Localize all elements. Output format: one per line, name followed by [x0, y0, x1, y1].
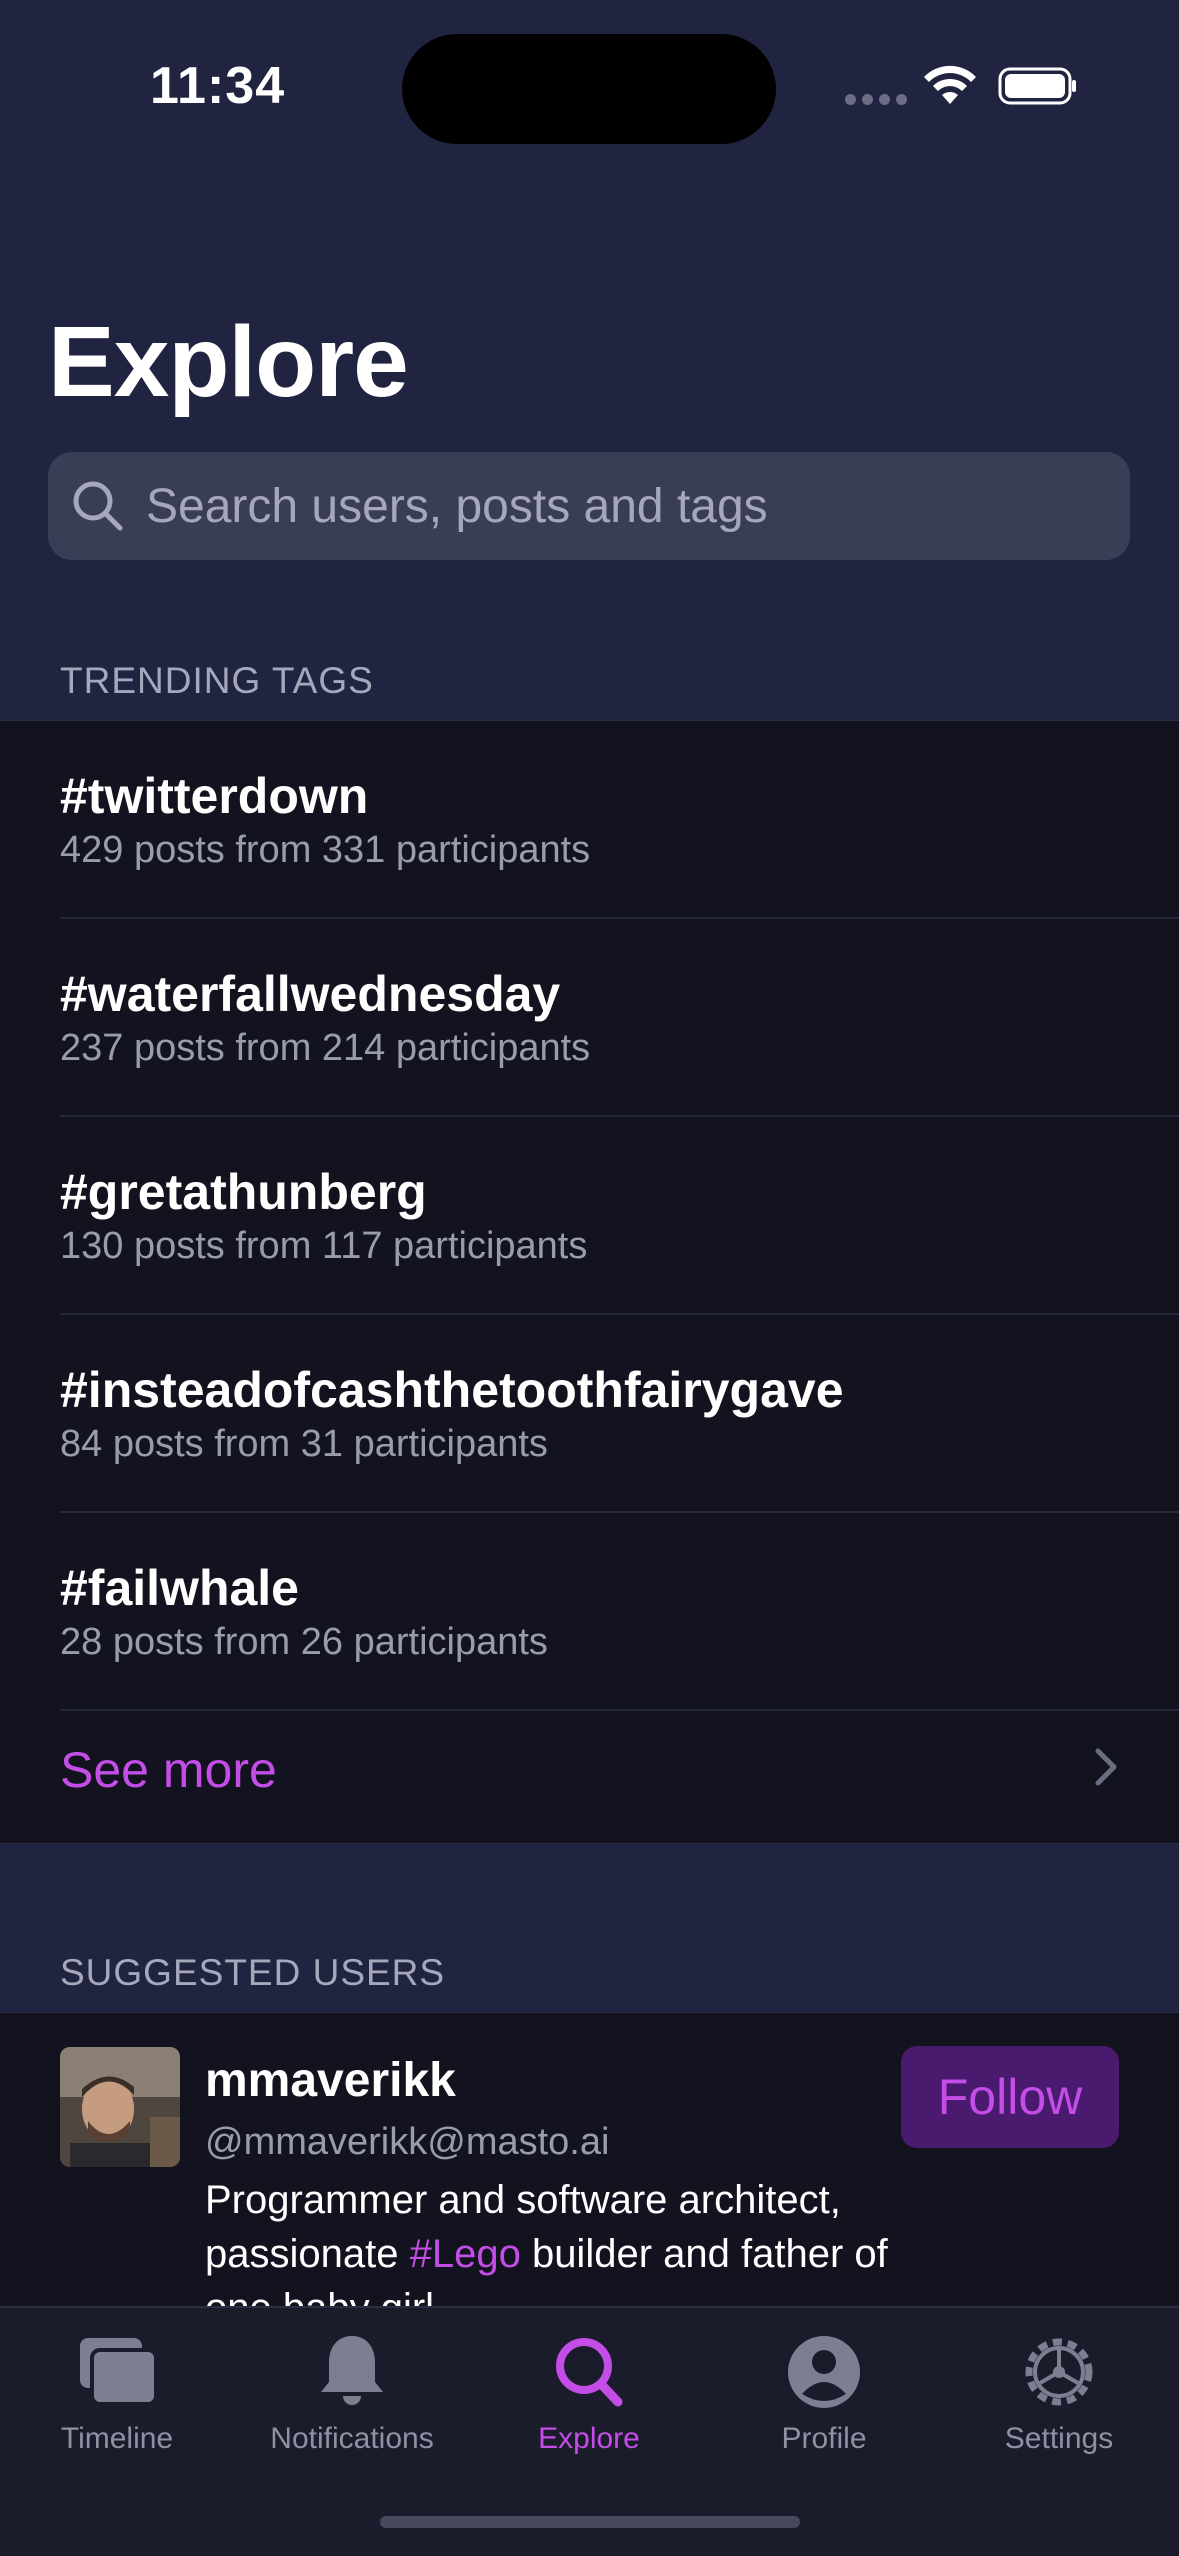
trending-tag-row[interactable]: #insteadofcashthetoothfairygave 84 posts…	[60, 1315, 1179, 1513]
search-icon	[556, 2338, 623, 2407]
trending-tags-list: #twitterdown 429 posts from 331 particip…	[0, 720, 1179, 1844]
chevron-right-icon	[1095, 1748, 1117, 1786]
dynamic-island	[402, 34, 776, 144]
home-indicator[interactable]	[380, 2516, 800, 2528]
tab-notifications[interactable]: Notifications	[242, 2332, 462, 2482]
see-more-label: See more	[60, 1742, 277, 1798]
trending-tag-row[interactable]: #twitterdown 429 posts from 331 particip…	[60, 721, 1179, 919]
tag-stats: 84 posts from 31 participants	[60, 1423, 548, 1465]
trending-tag-row[interactable]: #failwhale 28 posts from 26 participants	[60, 1513, 1179, 1711]
tag-name: #gretathunberg	[60, 1164, 427, 1220]
search-input[interactable]	[146, 478, 1106, 534]
follow-button[interactable]: Follow	[901, 2046, 1119, 2148]
bio-hashtag-link[interactable]: #Lego	[410, 2232, 521, 2276]
cellular-signal-icon	[845, 94, 907, 105]
person-circle-icon	[788, 2336, 860, 2408]
tag-name: #waterfallwednesday	[60, 966, 561, 1022]
battery-icon	[998, 67, 1076, 105]
tab-label: Explore	[538, 2422, 640, 2455]
tab-label: Settings	[1004, 2422, 1114, 2455]
trending-tags-header: TRENDING TAGS	[60, 660, 374, 701]
tag-name: #insteadofcashthetoothfairygave	[60, 1362, 844, 1418]
tag-stats: 429 posts from 331 participants	[60, 829, 591, 871]
status-time: 11:34	[150, 57, 286, 115]
tab-settings[interactable]: Settings	[949, 2332, 1169, 2482]
tab-label: Timeline	[60, 2422, 174, 2455]
user-handle: @mmaverikk@masto.ai	[205, 2121, 610, 2163]
timeline-icon	[80, 2338, 158, 2406]
see-more-row[interactable]: See more	[60, 1711, 1120, 1815]
status-bar: 11:34	[0, 0, 1179, 170]
trending-tag-row[interactable]: #gretathunberg 130 posts from 117 partic…	[60, 1117, 1179, 1315]
tag-stats: 28 posts from 26 participants	[60, 1621, 548, 1663]
tab-explore[interactable]: Explore	[479, 2332, 699, 2482]
tab-label: Profile	[781, 2422, 867, 2455]
avatar[interactable]	[60, 2047, 180, 2167]
tag-name: #failwhale	[60, 1560, 299, 1616]
tab-label: Notifications	[270, 2422, 434, 2455]
search-icon	[73, 481, 123, 531]
tag-stats: 237 posts from 214 participants	[60, 1027, 591, 1069]
search-bar[interactable]	[48, 452, 1130, 560]
bell-icon	[321, 2336, 383, 2405]
tab-timeline[interactable]: Timeline	[7, 2332, 227, 2482]
tab-profile[interactable]: Profile	[714, 2332, 934, 2482]
suggested-users-header: SUGGESTED USERS	[60, 1952, 446, 1993]
tag-name: #twitterdown	[60, 768, 369, 824]
page-title: Explore	[48, 306, 409, 418]
gear-icon	[1025, 2338, 1093, 2406]
tag-stats: 130 posts from 117 participants	[60, 1225, 588, 1267]
user-display-name[interactable]: mmaverikk	[205, 2053, 456, 2108]
wifi-icon	[924, 65, 976, 104]
trending-tag-row[interactable]: #waterfallwednesday 237 posts from 214 p…	[60, 919, 1179, 1117]
